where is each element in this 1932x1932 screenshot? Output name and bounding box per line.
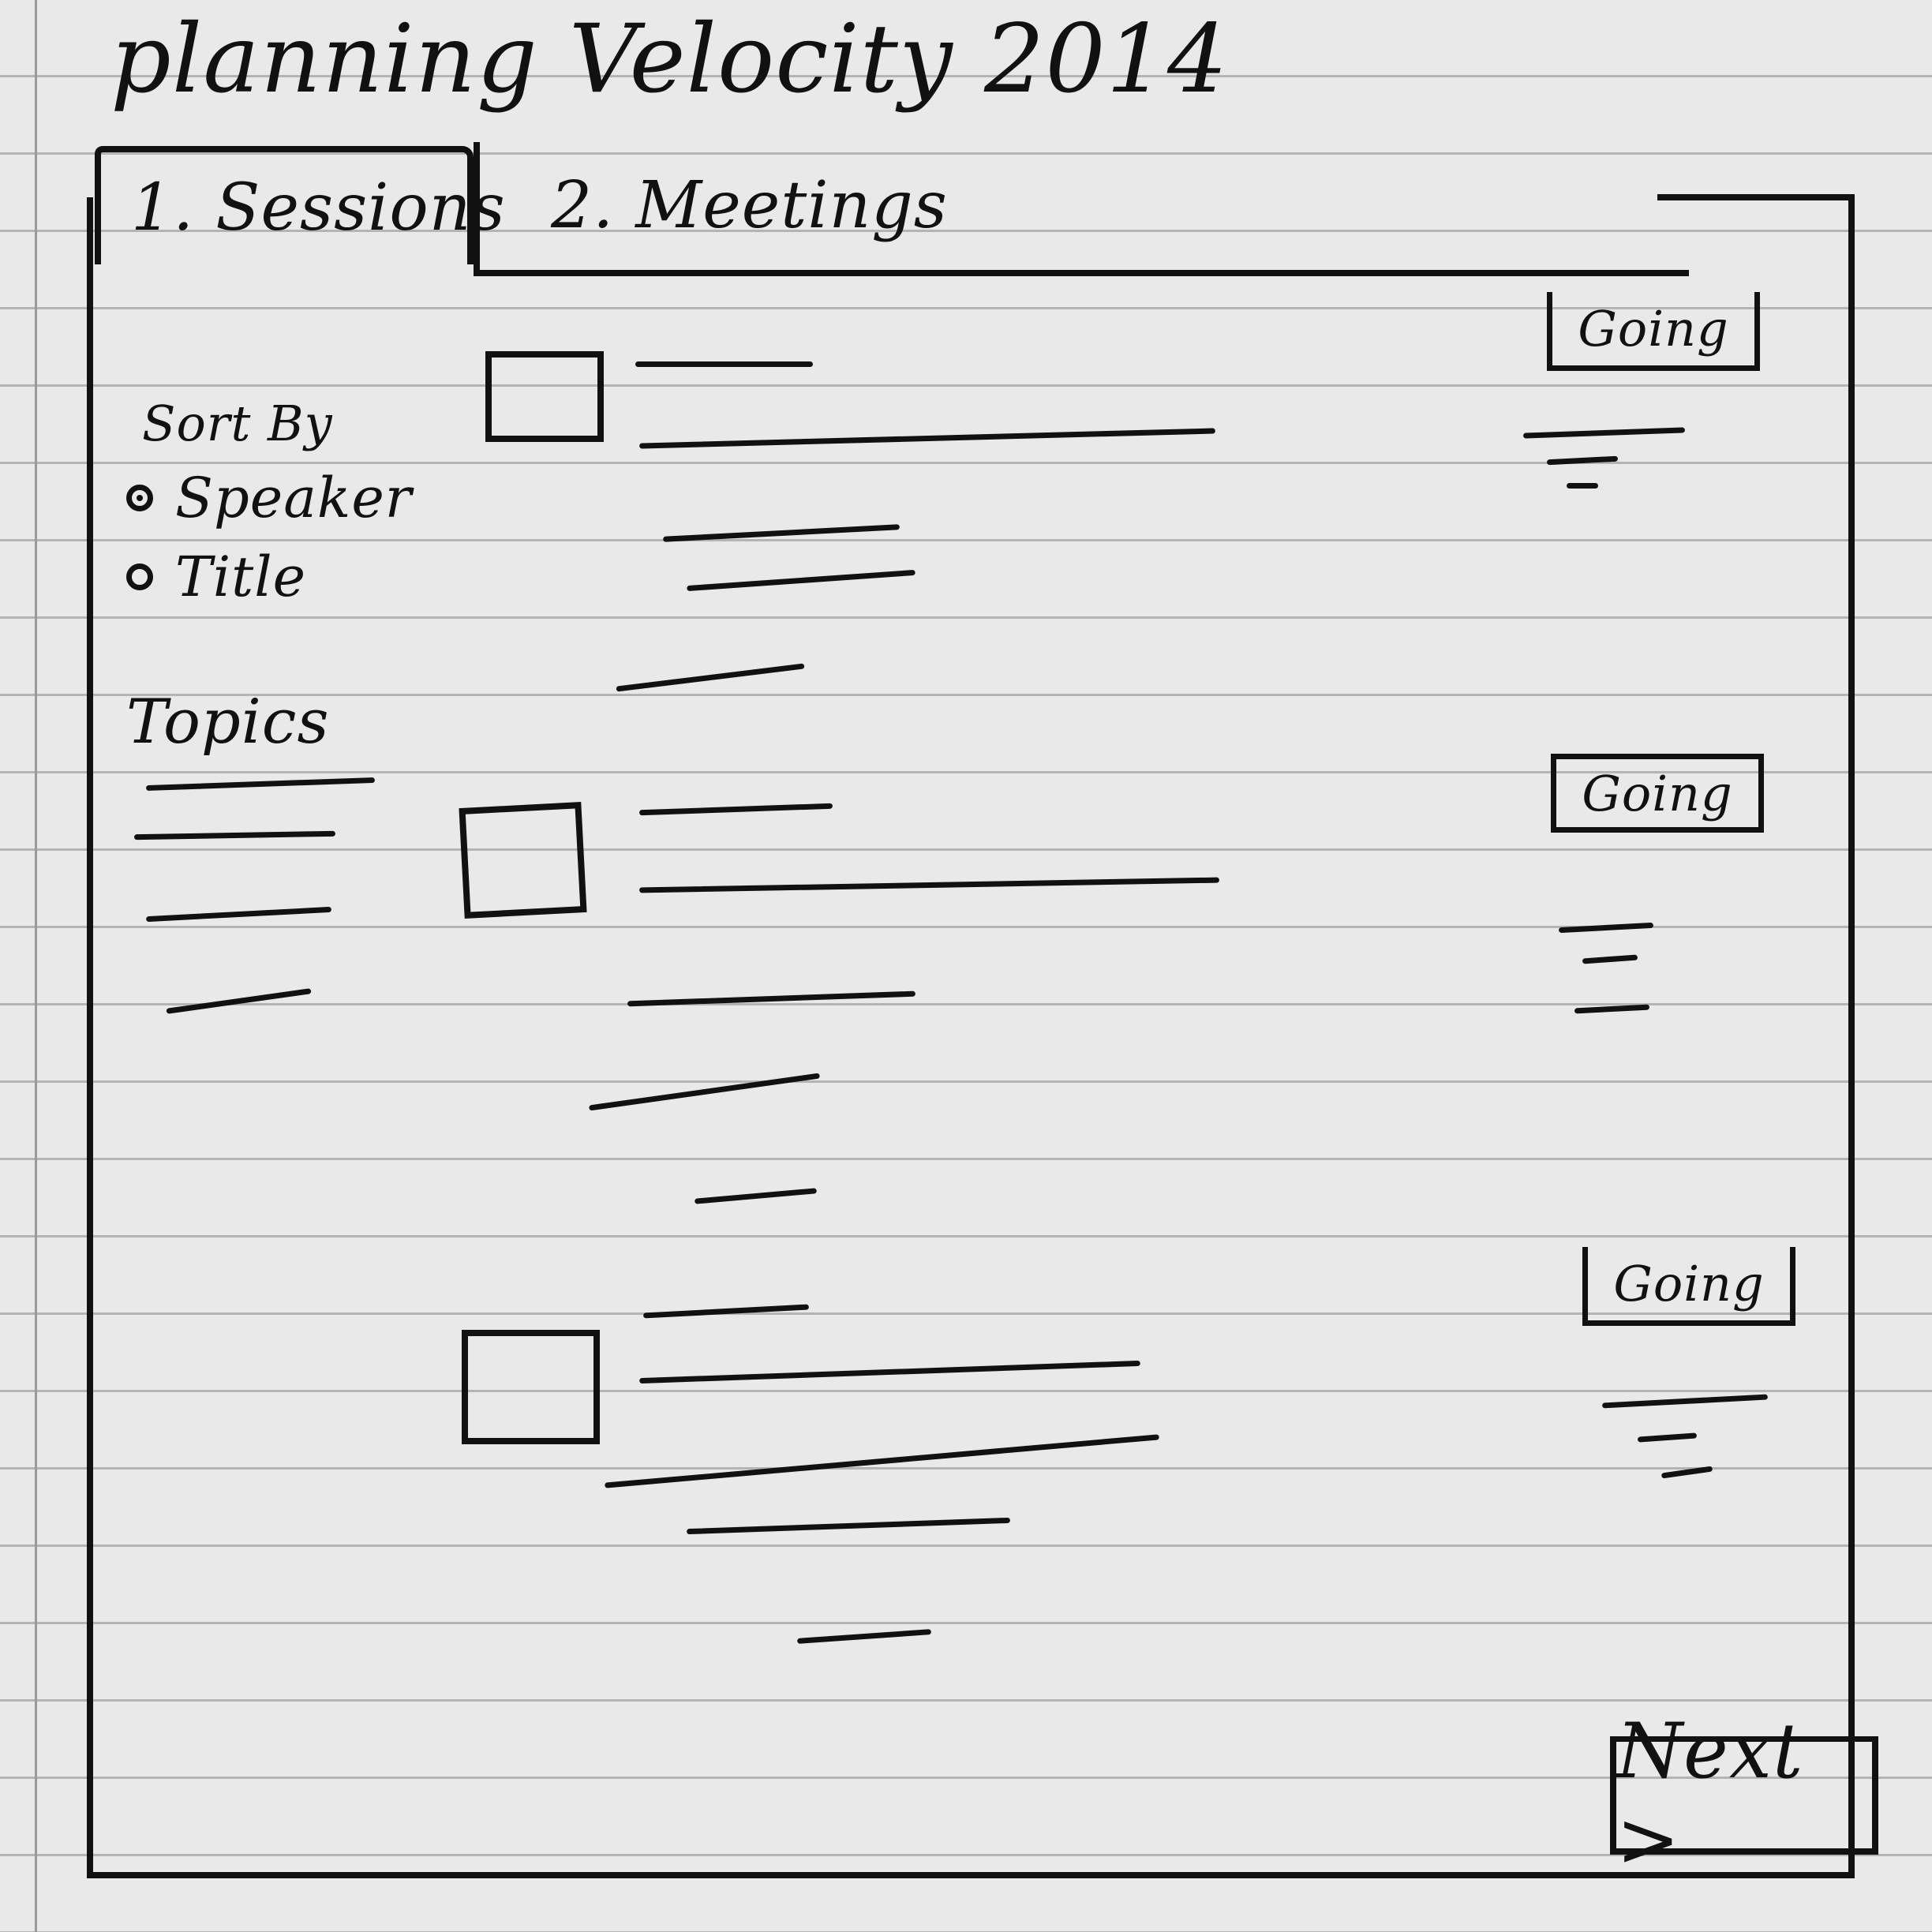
session-thumbnail bbox=[485, 351, 604, 442]
radio-title[interactable] bbox=[126, 564, 153, 590]
going-button-label: Going bbox=[1582, 764, 1733, 822]
going-button[interactable]: Going bbox=[1582, 1247, 1795, 1326]
panel-top-border bbox=[1657, 194, 1855, 200]
session-speaker-line bbox=[635, 361, 813, 367]
page-title: planning Velocity 2014 bbox=[110, 5, 1229, 114]
going-button[interactable]: Going bbox=[1551, 754, 1764, 833]
going-button[interactable]: Going bbox=[1547, 292, 1760, 371]
sort-option-title[interactable]: Title bbox=[126, 545, 306, 609]
next-button-label: Next > bbox=[1616, 1706, 1804, 1884]
session-meta-line bbox=[1567, 483, 1598, 489]
sort-option-speaker[interactable]: Speaker bbox=[126, 466, 412, 530]
next-button[interactable]: Next > bbox=[1610, 1707, 1878, 1884]
going-button-label: Going bbox=[1613, 1255, 1765, 1312]
sort-option-speaker-label: Speaker bbox=[175, 466, 413, 530]
topics-label: Topics bbox=[126, 687, 330, 758]
sort-by-label: Sort By bbox=[142, 395, 333, 452]
sessions-panel bbox=[87, 197, 1855, 1878]
radio-speaker[interactable] bbox=[126, 485, 153, 511]
session-thumbnail bbox=[462, 1330, 600, 1444]
sort-option-title-label: Title bbox=[175, 545, 307, 609]
session-thumbnail bbox=[459, 802, 587, 919]
going-button-label: Going bbox=[1578, 300, 1729, 358]
